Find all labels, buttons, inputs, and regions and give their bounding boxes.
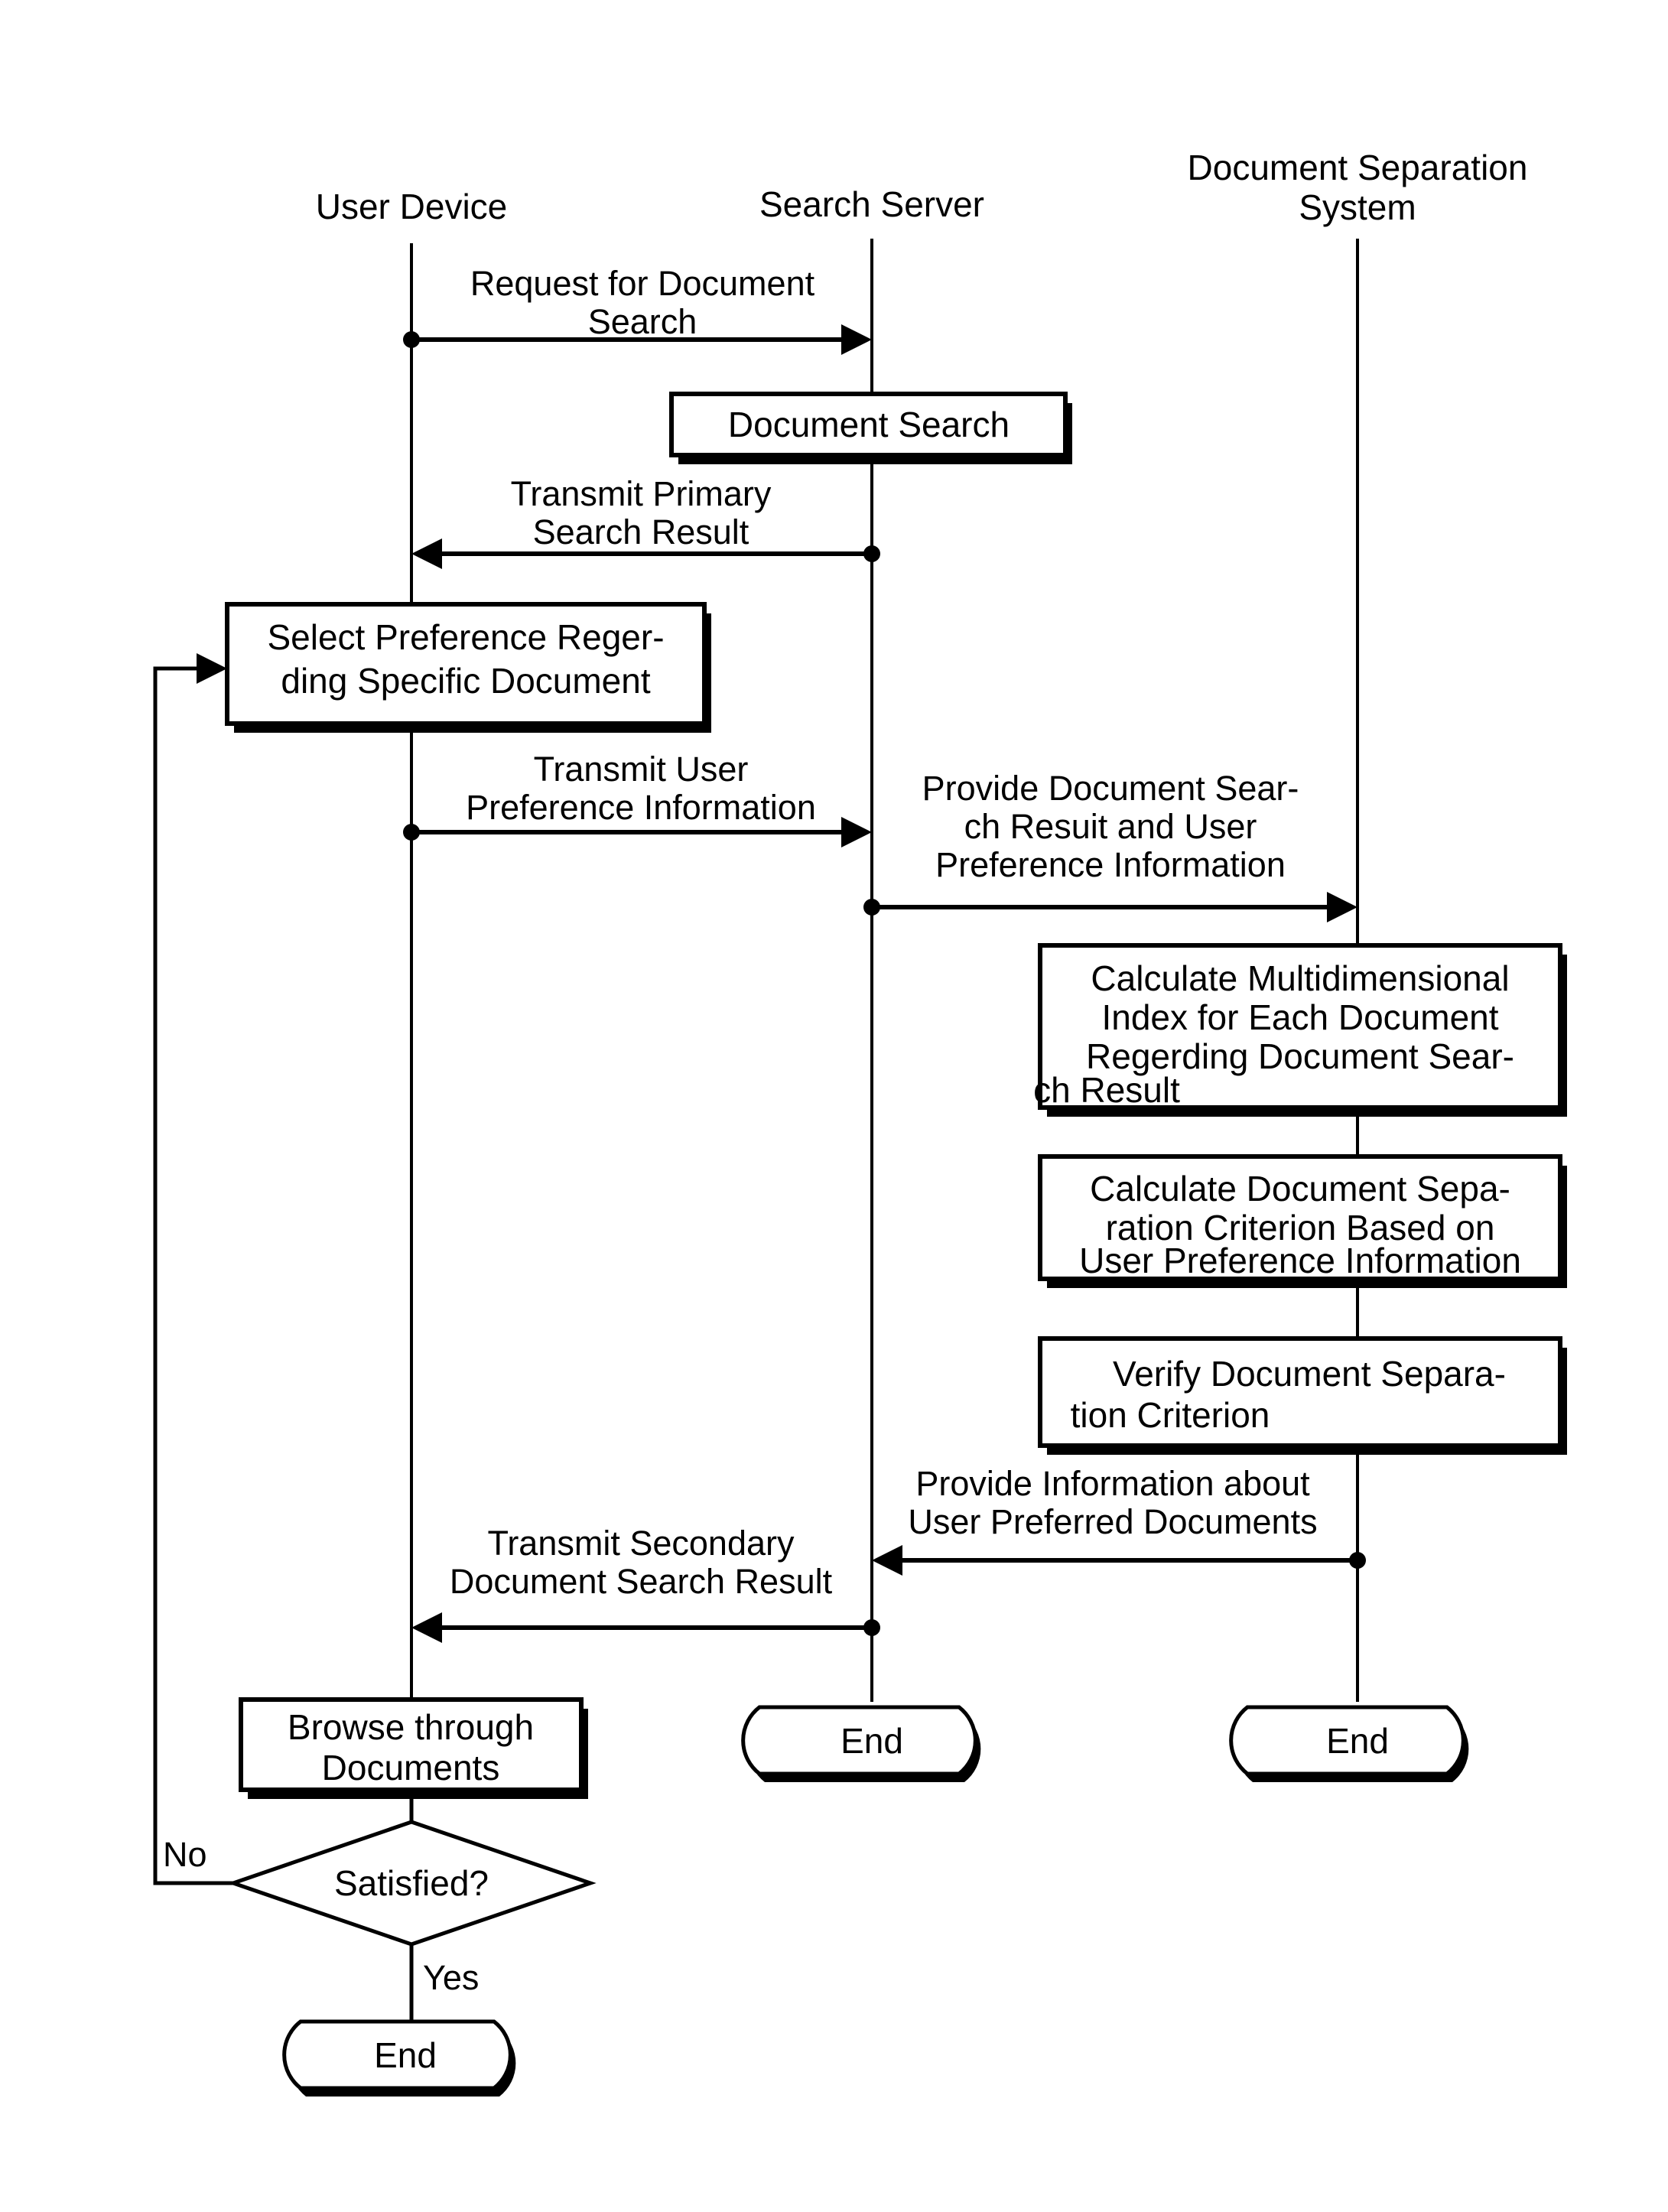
terminator-end-user-device: End <box>282 2019 516 2097</box>
message-origin-dot-transmit-secondary-doc-search-result <box>863 1619 880 1636</box>
process-label-browse-through-documents-line1: Browse through <box>288 1707 534 1747</box>
message-provide-document-search-result-and-user-preference-information: Provide Document Sear- ch Resuit and Use… <box>863 769 1357 922</box>
message-arrowhead-request-for-document-search <box>841 324 872 355</box>
decision-label-satisfied: Satisfied? <box>334 1863 489 1903</box>
terminator-end-search-server: End <box>741 1705 981 1782</box>
message-origin-dot-provide-info-user-pref-docs <box>1349 1552 1366 1569</box>
message-origin-dot-provide-doc-search-result <box>863 899 880 916</box>
message-label-transmit-user-preference-information-line1: Transmit User <box>534 750 749 789</box>
message-label-transmit-secondary-doc-search-result-line1: Transmit Secondary <box>488 1524 795 1563</box>
message-arrowhead-transmit-user-preference-information <box>841 817 872 847</box>
message-label-request-for-document-search-line2: Search <box>588 302 697 341</box>
message-label-provide-doc-search-result-line1: Provide Document Sear- <box>922 769 1299 808</box>
message-label-provide-doc-search-result-line3: Preference Information <box>935 845 1286 884</box>
terminator-end-document-separation-system: End <box>1229 1705 1469 1782</box>
message-request-for-document-search: Request for Document Search <box>403 264 872 355</box>
message-transmit-primary-search-result: Transmit Primary Search Result <box>411 474 880 569</box>
message-transmit-secondary-document-search-result: Transmit Secondary Document Search Resul… <box>411 1524 880 1643</box>
branch-yes: Yes <box>409 1944 479 2022</box>
message-origin-dot-transmit-primary-search-result <box>863 545 880 562</box>
message-label-transmit-secondary-doc-search-result-line2: Document Search Result <box>450 1562 833 1601</box>
message-label-transmit-user-preference-information-line2: Preference Information <box>466 788 816 827</box>
message-label-transmit-primary-search-result-line2: Search Result <box>533 512 749 551</box>
decision-satisfied: Satisfied? <box>227 1820 597 1947</box>
lane-title-user-device: User Device <box>316 187 508 226</box>
message-arrowhead-provide-info-user-pref-docs <box>872 1545 902 1576</box>
lane-title-document-separation-system-line1: Document Separation <box>1188 148 1528 187</box>
message-provide-information-about-user-preferred-documents: Provide Information about User Preferred… <box>872 1464 1366 1576</box>
message-origin-dot-transmit-user-preference-information <box>403 824 420 841</box>
arrowhead-no-loopback <box>197 653 227 684</box>
process-label-calc-dsc-line3: User Preference Information <box>1079 1241 1521 1280</box>
process-label-document-search: Document Search <box>728 405 1010 444</box>
message-label-request-for-document-search-line1: Request for Document <box>470 264 815 303</box>
process-label-calc-mdi-line2: Index for Each Document <box>1101 997 1498 1037</box>
process-box-document-search: Document Search <box>669 392 1072 464</box>
process-label-select-preference-line1: Select Preference Reger- <box>267 617 664 657</box>
message-label-provide-info-user-pref-docs-line2: User Preferred Documents <box>908 1502 1317 1541</box>
message-arrowhead-transmit-secondary-doc-search-result <box>411 1612 442 1643</box>
process-label-verify-dsc-line1: Verify Document Separa- <box>1113 1354 1506 1394</box>
process-box-calculate-multidimensional-index: Calculate Multidimensional Index for Eac… <box>1033 943 1567 1117</box>
process-box-select-preference-regerding-specific-document: Select Preference Reger- ding Specific D… <box>225 602 711 733</box>
process-label-verify-dsc-line2: tion Criterion <box>1071 1395 1270 1435</box>
process-box-verify-document-separation-criterion: Verify Document Separa- tion Criterion <box>1038 1336 1567 1455</box>
message-label-provide-info-user-pref-docs-line1: Provide Information about <box>915 1464 1310 1503</box>
message-transmit-user-preference-information: Transmit User Preference Information <box>403 750 872 847</box>
branch-label-no: No <box>163 1835 207 1874</box>
branch-no-loopback: No <box>153 653 233 1885</box>
sequence-diagram-canvas: User Device Search Server Document Separ… <box>0 0 1668 2212</box>
process-box-calculate-document-separation-criterion: Calculate Document Sepa- ration Criterio… <box>1038 1154 1567 1288</box>
message-label-provide-doc-search-result-line2: ch Resuit and User <box>964 807 1257 846</box>
process-label-calc-mdi-line1: Calculate Multidimensional <box>1091 958 1509 998</box>
branch-label-yes: Yes <box>423 1958 479 1997</box>
lane-title-document-separation-system-line2: System <box>1299 187 1416 227</box>
terminator-label-end-search-server: End <box>841 1721 903 1761</box>
process-label-browse-through-documents-line2: Documents <box>322 1748 500 1787</box>
flow-line-no-loopback <box>153 666 233 1885</box>
process-label-calc-mdi-line4: ch Result <box>1033 1070 1180 1110</box>
process-box-browse-through-documents: Browse through Documents <box>239 1697 588 1799</box>
terminator-label-end-document-separation-system: End <box>1326 1721 1389 1761</box>
lane-title-search-server: Search Server <box>759 184 984 224</box>
terminator-label-end-user-device: End <box>374 2035 437 2075</box>
process-label-calc-dsc-line1: Calculate Document Sepa- <box>1090 1169 1510 1208</box>
message-arrowhead-provide-doc-search-result <box>1327 892 1357 922</box>
message-origin-dot-request-for-document-search <box>403 331 420 348</box>
process-label-select-preference-line2: ding Specific Document <box>281 661 650 701</box>
message-arrowhead-transmit-primary-search-result <box>411 538 442 569</box>
diagram-svg: User Device Search Server Document Separ… <box>153 148 1567 2097</box>
message-label-transmit-primary-search-result-line1: Transmit Primary <box>511 474 772 513</box>
